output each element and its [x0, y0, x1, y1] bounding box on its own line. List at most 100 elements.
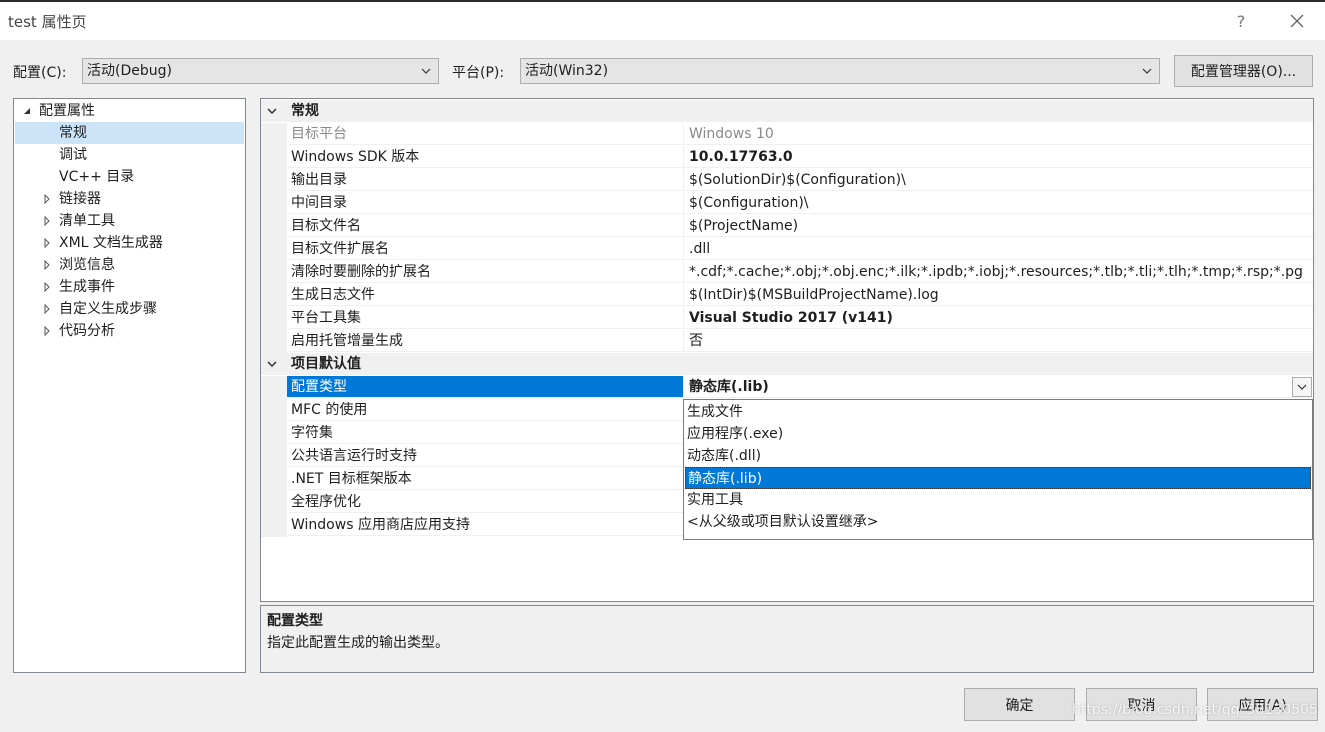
property-name: 清除时要删除的扩展名 — [287, 261, 683, 283]
tree-item-label: 常规 — [59, 125, 87, 141]
property-row-clean-extensions[interactable]: 清除时要删除的扩展名 *.cdf;*.cache;*.obj;*.obj.enc;… — [261, 261, 1313, 284]
expand-triangle-icon[interactable] — [41, 188, 53, 210]
tree-item-debugging[interactable]: 调试 — [15, 144, 244, 166]
description-title: 配置类型 — [267, 613, 323, 629]
tree-item-linker[interactable]: 链接器 — [15, 188, 244, 210]
close-button[interactable] — [1282, 6, 1312, 36]
property-name: MFC 的使用 — [287, 399, 683, 421]
tree-item-xml-doc-generator[interactable]: XML 文档生成器 — [15, 232, 244, 254]
property-row-intermediate-dir[interactable]: 中间目录 $(Configuration)\ — [261, 192, 1313, 215]
property-value: 10.0.17763.0 — [683, 146, 1313, 168]
category-label: 常规 — [291, 103, 319, 119]
platform-label: 平台(P): — [452, 65, 505, 81]
property-value: $(ProjectName) — [683, 215, 1313, 237]
tree-item-label: 清单工具 — [59, 213, 115, 229]
tree-item-browse-info[interactable]: 浏览信息 — [15, 254, 244, 276]
property-name: 公共语言运行时支持 — [287, 445, 683, 467]
ok-button[interactable]: 确定 — [964, 688, 1075, 721]
property-value: .dll — [683, 238, 1313, 260]
property-name: 配置类型 — [287, 376, 683, 398]
expand-triangle-icon[interactable] — [41, 320, 53, 342]
category-label: 项目默认值 — [291, 356, 361, 372]
window-title: test 属性页 — [8, 13, 87, 31]
tree-item-label: 代码分析 — [59, 323, 115, 339]
configuration-type-dropdown: 生成文件 应用程序(.exe) 动态库(.dll) 静态库(.lib) 实用工具… — [683, 399, 1313, 540]
dropdown-option-exe[interactable]: 应用程序(.exe) — [685, 423, 1311, 445]
expand-triangle-icon[interactable] — [41, 232, 53, 254]
property-name: Windows 应用商店应用支持 — [287, 514, 683, 536]
description-panel: 配置类型 指定此配置生成的输出类型。 — [260, 605, 1314, 673]
title-bar: test 属性页 ? — [0, 2, 1325, 40]
platform-select-value: 活动(Win32) — [525, 63, 609, 79]
collapse-chevron-icon[interactable] — [265, 100, 279, 122]
property-row-output-dir[interactable]: 输出目录 $(SolutionDir)$(Configuration)\ — [261, 169, 1313, 192]
property-name: 全程序优化 — [287, 491, 683, 513]
expand-triangle-icon[interactable] — [41, 210, 53, 232]
dropdown-option-lib[interactable]: 静态库(.lib) — [685, 467, 1311, 489]
dropdown-option-inherit[interactable]: <从父级或项目默认设置继承> — [685, 511, 1311, 533]
tree-item-manifest-tool[interactable]: 清单工具 — [15, 210, 244, 232]
help-button[interactable]: ? — [1226, 6, 1256, 36]
expand-triangle-icon[interactable] — [41, 276, 53, 298]
config-select[interactable]: 活动(Debug) — [82, 58, 439, 84]
config-label: 配置(C): — [13, 65, 67, 81]
property-name: 目标文件扩展名 — [287, 238, 683, 260]
tree-item-label: XML 文档生成器 — [59, 235, 163, 251]
property-row-target-platform[interactable]: 目标平台 Windows 10 — [261, 123, 1313, 146]
property-row-platform-toolset[interactable]: 平台工具集 Visual Studio 2017 (v141) — [261, 307, 1313, 330]
dropdown-option-dll[interactable]: 动态库(.dll) — [685, 445, 1311, 467]
property-row-configuration-type[interactable]: 配置类型 静态库(.lib) — [261, 376, 1313, 399]
help-icon: ? — [1236, 11, 1246, 31]
collapse-triangle-icon[interactable] — [21, 100, 33, 122]
property-name: 字符集 — [287, 422, 683, 444]
property-value: $(Configuration)\ — [683, 192, 1313, 214]
tree-item-vc-directories[interactable]: VC++ 目录 — [15, 166, 244, 188]
tree-item-label: 调试 — [59, 147, 87, 163]
property-value: Windows 10 — [683, 123, 1313, 145]
property-value: 静态库(.lib) — [689, 379, 769, 395]
tree-item-general[interactable]: 常规 — [15, 122, 244, 144]
property-name: Windows SDK 版本 — [287, 146, 683, 168]
category-project-defaults[interactable]: 项目默认值 — [261, 353, 1313, 375]
watermark-text: https://blog.csdn.net/qq_38130505 — [1072, 702, 1318, 718]
property-value: Visual Studio 2017 (v141) — [683, 307, 1313, 329]
tree-item-code-analysis[interactable]: 代码分析 — [15, 320, 244, 342]
tree-root-label: 配置属性 — [39, 103, 95, 119]
tree-item-label: 链接器 — [59, 191, 101, 207]
property-value: *.cdf;*.cache;*.obj;*.obj.enc;*.ilk;*.ip… — [683, 261, 1313, 283]
property-value: $(IntDir)$(MSBuildProjectName).log — [683, 284, 1313, 306]
close-icon — [1290, 14, 1304, 28]
expand-triangle-icon[interactable] — [41, 298, 53, 320]
tree-item-label: 自定义生成步骤 — [59, 301, 157, 317]
chevron-down-icon — [1297, 384, 1307, 390]
property-name: 输出目录 — [287, 169, 683, 191]
collapse-chevron-icon[interactable] — [265, 353, 279, 375]
dropdown-button[interactable] — [1292, 377, 1312, 397]
property-value: 否 — [683, 330, 1313, 352]
property-value: $(SolutionDir)$(Configuration)\ — [683, 169, 1313, 191]
tree-item-label: 浏览信息 — [59, 257, 115, 273]
tree-item-build-events[interactable]: 生成事件 — [15, 276, 244, 298]
property-name: 目标平台 — [287, 123, 683, 145]
property-row-target-name[interactable]: 目标文件名 $(ProjectName) — [261, 215, 1313, 238]
category-general[interactable]: 常规 — [261, 100, 1313, 122]
dropdown-option-makefile[interactable]: 生成文件 — [685, 401, 1311, 423]
config-manager-button[interactable]: 配置管理器(O)... — [1174, 55, 1313, 87]
dropdown-option-utility[interactable]: 实用工具 — [685, 489, 1311, 511]
platform-select[interactable]: 活动(Win32) — [520, 58, 1160, 84]
tree-root[interactable]: 配置属性 — [15, 100, 244, 122]
description-text: 指定此配置生成的输出类型。 — [267, 635, 449, 651]
property-row-sdk-version[interactable]: Windows SDK 版本 10.0.17763.0 — [261, 146, 1313, 169]
tree-item-label: VC++ 目录 — [59, 169, 135, 185]
configuration-type-combo[interactable]: 静态库(.lib) — [683, 376, 1313, 398]
property-row-build-log[interactable]: 生成日志文件 $(IntDir)$(MSBuildProjectName).log — [261, 284, 1313, 307]
property-name: 平台工具集 — [287, 307, 683, 329]
expand-triangle-icon[interactable] — [41, 254, 53, 276]
property-name: 生成日志文件 — [287, 284, 683, 306]
property-row-managed-incremental[interactable]: 启用托管增量生成否 — [261, 330, 1313, 353]
property-row-target-ext[interactable]: 目标文件扩展名 .dll — [261, 238, 1313, 261]
chevron-down-icon — [1141, 59, 1153, 83]
tree-item-label: 生成事件 — [59, 279, 115, 295]
chevron-down-icon — [420, 59, 432, 83]
tree-item-custom-build-step[interactable]: 自定义生成步骤 — [15, 298, 244, 320]
